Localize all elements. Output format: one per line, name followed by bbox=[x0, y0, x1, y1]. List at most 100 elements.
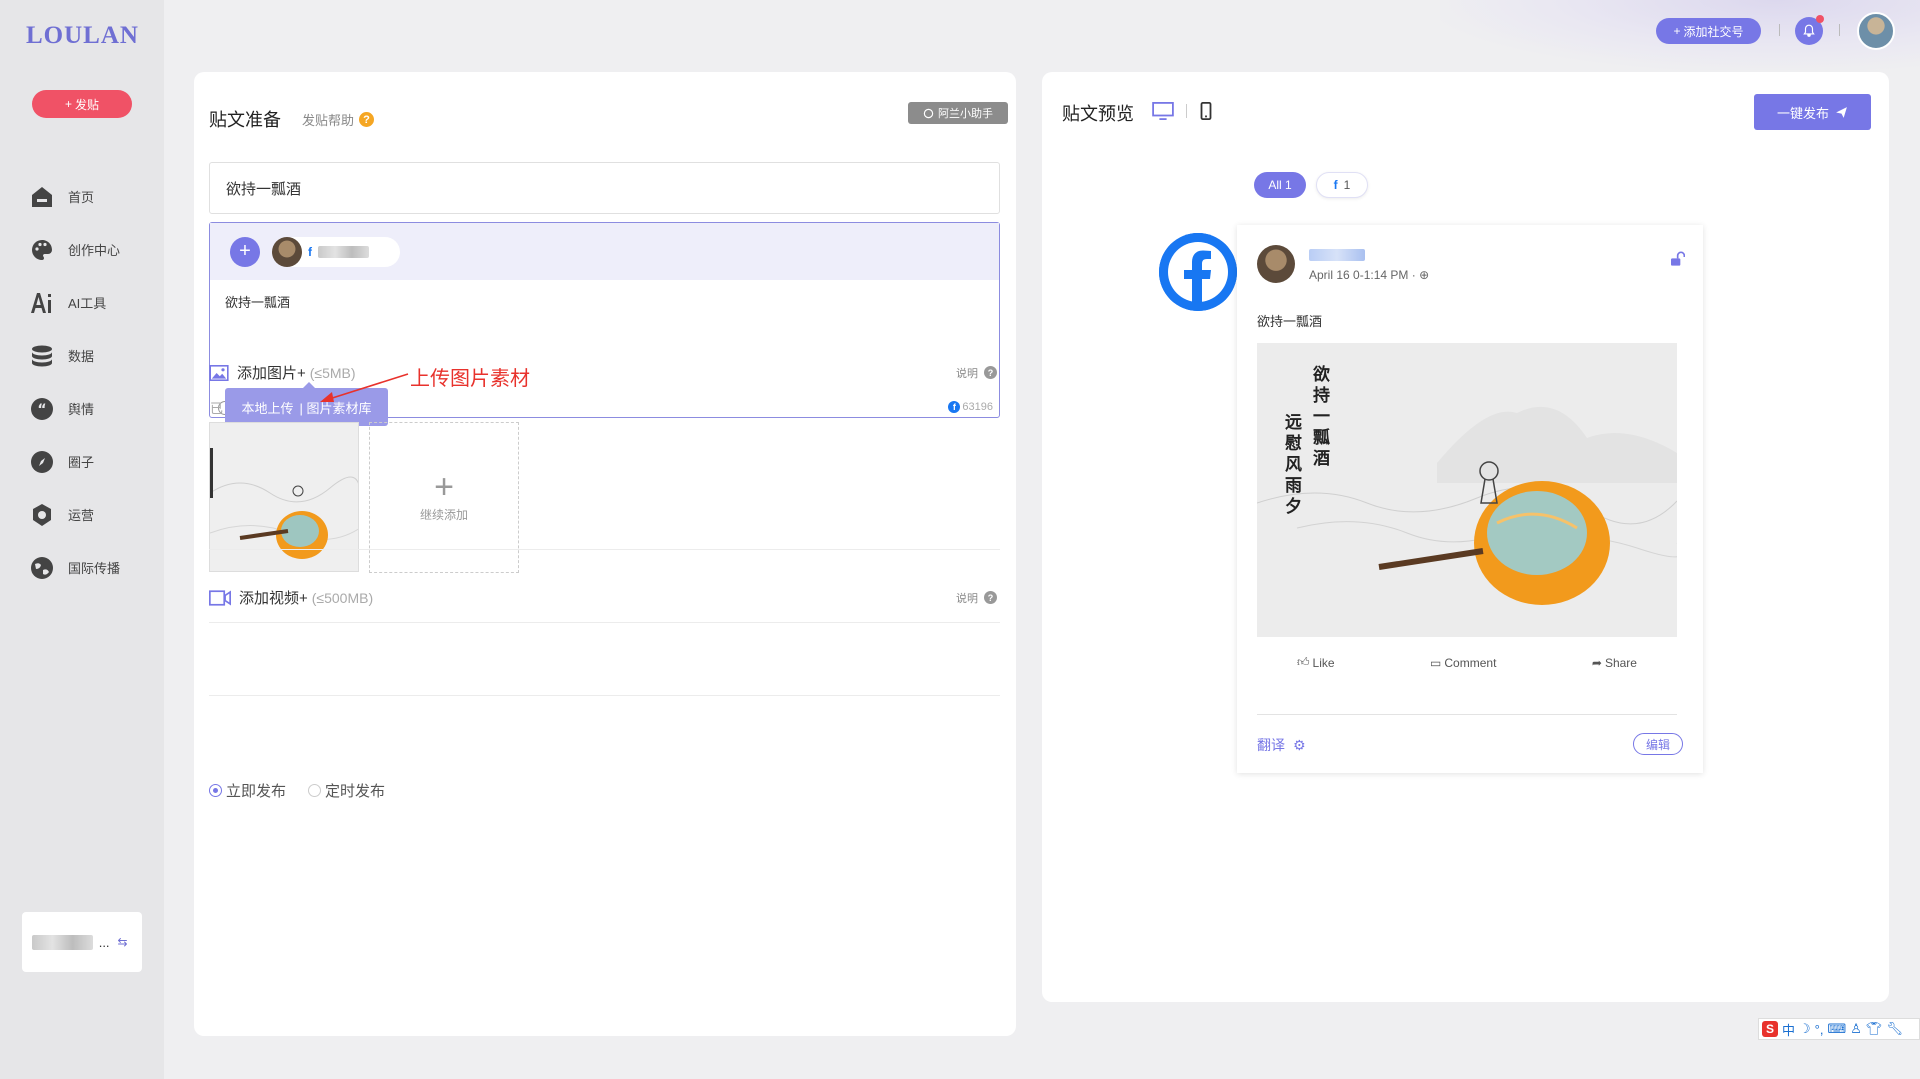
post-date: April 16 0-1:14 PM · ⊕ bbox=[1309, 268, 1429, 282]
sidebar-item-circle[interactable]: 圈子 bbox=[30, 435, 150, 488]
add-video-button[interactable]: 添加视频+ bbox=[239, 587, 308, 608]
ime-toolbar[interactable]: S 中 ☽ °, ⌨ ♙ 👕︎ 🔧︎ bbox=[1758, 1018, 1920, 1040]
video-size-limit: (≤500MB) bbox=[311, 589, 374, 606]
sidebar-item-ai-tools[interactable]: AI工具 bbox=[30, 276, 150, 329]
sidebar-item-operations[interactable]: 运营 bbox=[30, 488, 150, 541]
post-actions: 👍︎ Like ▭ Comment ➦ Share bbox=[1257, 655, 1677, 670]
sidebar-item-sentiment[interactable]: “ 舆情 bbox=[30, 382, 150, 435]
help-icon: ? bbox=[984, 591, 997, 604]
operations-icon bbox=[33, 503, 51, 526]
quote-icon: “ bbox=[31, 397, 53, 420]
assistant-button[interactable]: 阿兰小助手 bbox=[908, 102, 1008, 124]
globe-icon bbox=[31, 556, 53, 579]
comment-button[interactable]: ▭ Comment bbox=[1430, 655, 1496, 670]
video-section-header: 添加视频+ (≤500MB) 说明 ? bbox=[209, 587, 1000, 608]
compass-icon bbox=[31, 450, 53, 473]
image-explain-label: 说明 bbox=[956, 367, 978, 380]
comment-icon: ▭ bbox=[1430, 655, 1442, 670]
post-image: 欲持一瓢酒 远慰风雨夕 bbox=[1257, 343, 1677, 637]
radio-unchecked-icon bbox=[308, 784, 322, 797]
divider bbox=[1186, 104, 1187, 118]
schedule-publish-radio[interactable]: 定时发布 bbox=[308, 780, 385, 801]
share-icon: ➦ bbox=[1591, 655, 1602, 670]
post-help-label: 发贴帮助 bbox=[302, 113, 355, 128]
local-upload-option[interactable]: 本地上传 bbox=[241, 398, 293, 417]
post-body-text[interactable]: 欲持一瓢酒 bbox=[210, 280, 999, 323]
sidebar-item-label: 创作中心 bbox=[68, 243, 121, 258]
logo[interactable]: LOULAN bbox=[26, 22, 139, 50]
chat-icon bbox=[923, 108, 934, 118]
avatar bbox=[1257, 245, 1295, 283]
unlock-icon[interactable] bbox=[1669, 251, 1685, 267]
post-help-link[interactable]: 发贴帮助 ? bbox=[302, 110, 375, 129]
ime-mode-label: 中 bbox=[1782, 1022, 1796, 1038]
divider bbox=[1839, 24, 1840, 36]
share-label: Share bbox=[1604, 655, 1637, 670]
facebook-icon: f bbox=[948, 401, 961, 413]
image-explain[interactable]: 说明 ? bbox=[956, 365, 997, 381]
ai-icon bbox=[31, 292, 51, 313]
char-count: 63196 bbox=[962, 401, 993, 413]
like-button[interactable]: 👍︎ Like bbox=[1297, 655, 1335, 670]
shirt-icon[interactable]: 👕︎ bbox=[1866, 1021, 1883, 1037]
filter-facebook-count: 1 bbox=[1343, 178, 1351, 192]
add-account-button[interactable]: + bbox=[230, 236, 260, 267]
sogou-icon: S bbox=[1762, 1021, 1778, 1037]
sidebar-item-international[interactable]: 国际传播 bbox=[30, 541, 150, 594]
mobile-icon[interactable] bbox=[1199, 102, 1213, 120]
filter-all-tab[interactable]: All 1 bbox=[1254, 172, 1306, 198]
send-icon bbox=[1836, 106, 1847, 118]
account-name-redacted: XXXXXXX bbox=[318, 245, 370, 258]
one-click-publish-button[interactable]: 一键发布 bbox=[1754, 94, 1871, 130]
video-icon bbox=[209, 589, 231, 606]
divider bbox=[209, 695, 1000, 696]
add-social-button[interactable]: + 添加社交号 bbox=[1656, 18, 1761, 44]
switch-icon[interactable]: ⇆ bbox=[118, 935, 128, 949]
user-icon[interactable]: ♙ bbox=[1850, 1021, 1862, 1037]
sidebar-item-label: 舆情 bbox=[68, 402, 95, 417]
poem-line-1: 欲持一瓢酒 bbox=[1309, 365, 1329, 470]
home-icon bbox=[32, 186, 52, 207]
thumb-icon: 👍︎ bbox=[1297, 655, 1310, 669]
facebook-icon: f bbox=[1333, 178, 1338, 192]
radio-checked-icon bbox=[209, 784, 222, 797]
add-image-button[interactable]: 添加图片+ bbox=[237, 362, 306, 383]
keyboard-icon[interactable]: ⌨ bbox=[1827, 1021, 1846, 1037]
post-preview-panel: 贴文预览 一键发布 All 1 f 1 April 16 0-1:14 PM ·… bbox=[1042, 72, 1889, 1002]
account-name-redacted bbox=[1309, 249, 1365, 261]
edit-button[interactable]: 编辑 bbox=[1633, 733, 1683, 755]
filter-facebook-tab[interactable]: f 1 bbox=[1316, 172, 1368, 198]
post-button[interactable]: + 发贴 bbox=[32, 90, 132, 118]
post-text: 欲持一瓢酒 bbox=[1257, 314, 1323, 329]
video-explain[interactable]: 说明 ? bbox=[956, 590, 997, 606]
share-button[interactable]: ➦ Share bbox=[1592, 655, 1637, 670]
user-card[interactable]: XXXXXXX ... ⇆ bbox=[22, 912, 142, 972]
plus-icon: + bbox=[64, 97, 72, 111]
wrench-icon[interactable]: 🔧︎ bbox=[1886, 1021, 1903, 1037]
video-explain-label: 说明 bbox=[956, 592, 978, 605]
upload-annotation: 上传图片素材 bbox=[410, 368, 530, 390]
plus-icon: + bbox=[434, 468, 454, 506]
sidebar-item-creation[interactable]: 创作中心 bbox=[30, 223, 150, 276]
moon-icon[interactable]: ☽ bbox=[1799, 1021, 1811, 1037]
gear-icon[interactable]: ⚙ bbox=[1293, 737, 1306, 754]
sidebar-item-home[interactable]: 首页 bbox=[30, 170, 150, 223]
facebook-post-preview: April 16 0-1:14 PM · ⊕ 欲持一瓢酒 欲持一瓢酒 远慰风雨夕 bbox=[1237, 225, 1703, 773]
desktop-icon[interactable] bbox=[1152, 102, 1174, 120]
like-label: Like bbox=[1312, 655, 1335, 670]
punctuation-icon[interactable]: °, bbox=[1815, 1022, 1824, 1037]
divider bbox=[209, 549, 1000, 550]
account-chip[interactable]: f XXXXXXX bbox=[272, 236, 400, 267]
add-more-image-button[interactable]: + 继续添加 bbox=[369, 422, 519, 573]
translate-button[interactable]: 翻译 ⚙ bbox=[1257, 735, 1306, 755]
database-icon bbox=[32, 345, 52, 366]
sidebar-item-data[interactable]: 数据 bbox=[30, 329, 150, 382]
char-counter: f 63196 bbox=[948, 401, 993, 413]
sidebar-item-label: 首页 bbox=[68, 190, 95, 205]
user-name-redacted: XXXXXXX bbox=[32, 934, 93, 950]
post-title-input[interactable]: 欲持一瓢酒 bbox=[209, 162, 1000, 214]
user-name-ellipsis: ... bbox=[98, 934, 110, 950]
publish-now-radio[interactable]: 立即发布 bbox=[209, 780, 286, 801]
panel-title: 贴文预览 bbox=[1062, 104, 1134, 124]
avatar[interactable] bbox=[1857, 12, 1895, 50]
